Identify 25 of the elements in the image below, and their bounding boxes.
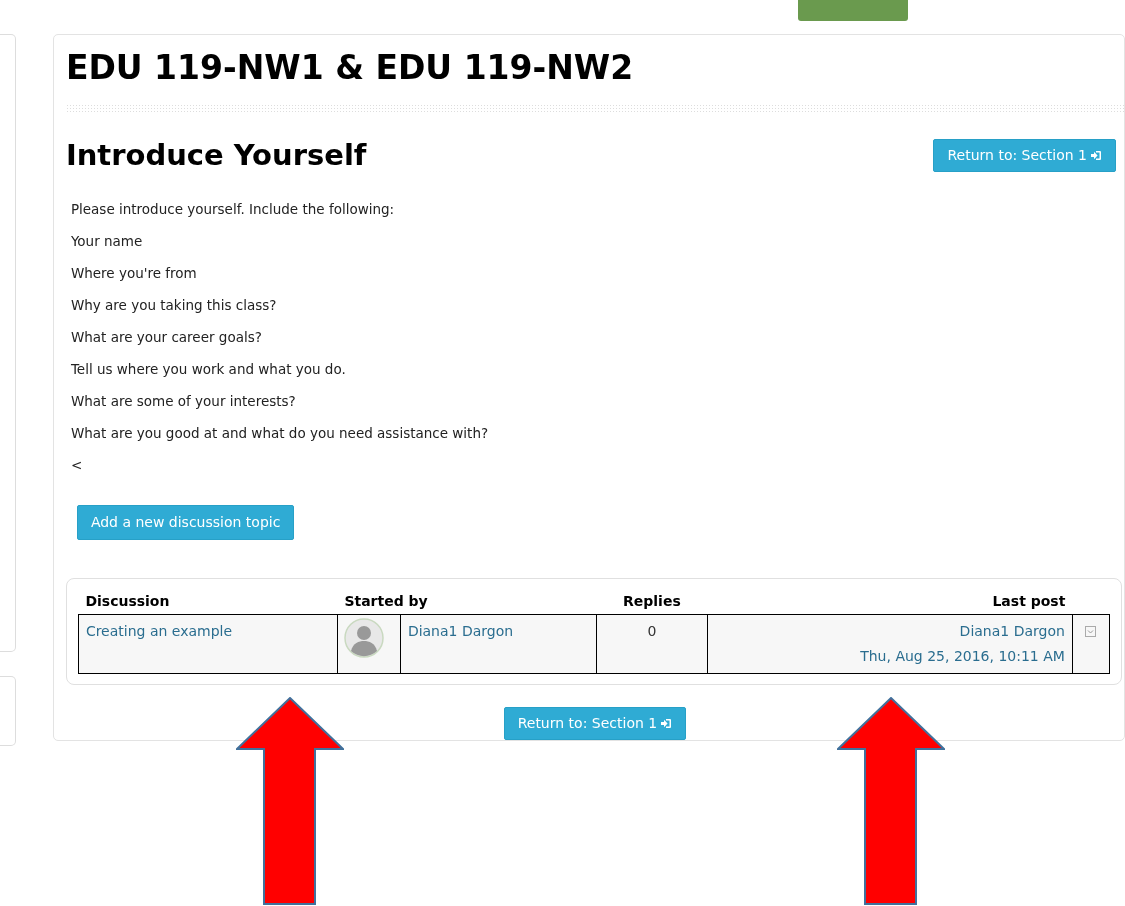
- intro-text: Your name: [70, 231, 144, 251]
- intro-text: Where you're from: [70, 263, 198, 283]
- intro-text: What are your career goals?: [70, 327, 263, 347]
- table-cell: 0: [596, 614, 708, 674]
- column-header: Started by: [337, 588, 597, 615]
- sign-in-icon: [1090, 149, 1102, 161]
- forum-title: Introduce Yourself: [65, 137, 367, 173]
- intro-text: Why are you taking this class?: [70, 295, 278, 315]
- course-title: EDU 119-NW1 & EDU 119-NW2: [65, 47, 635, 89]
- intro-text: Please introduce yourself. Include the following:: [70, 199, 396, 219]
- sign-in-icon: [660, 717, 673, 729]
- author-link[interactable]: Diana1 Dargon: [407, 622, 514, 639]
- intro-text: <: [70, 455, 84, 475]
- column-header: Discussion: [78, 588, 338, 615]
- dropdown-icon[interactable]: [1085, 626, 1097, 638]
- author-link[interactable]: Diana1 Dargon: [714, 620, 1065, 642]
- column-header: Last post: [707, 588, 1073, 615]
- intro-text: What are some of your interests?: [70, 391, 297, 411]
- discussion-link[interactable]: Creating an example: [85, 622, 233, 639]
- intro-text: Tell us where you work and what you do.: [70, 359, 347, 379]
- avatar-icon: [343, 617, 384, 658]
- column-header: Replies: [596, 588, 708, 615]
- date-link[interactable]: Thu, Aug 25, 2016, 10:11 AM: [714, 645, 1065, 667]
- sidebar-panel: [0, 676, 16, 746]
- intro-text: What are you good at and what do you need assistance with?: [70, 423, 490, 443]
